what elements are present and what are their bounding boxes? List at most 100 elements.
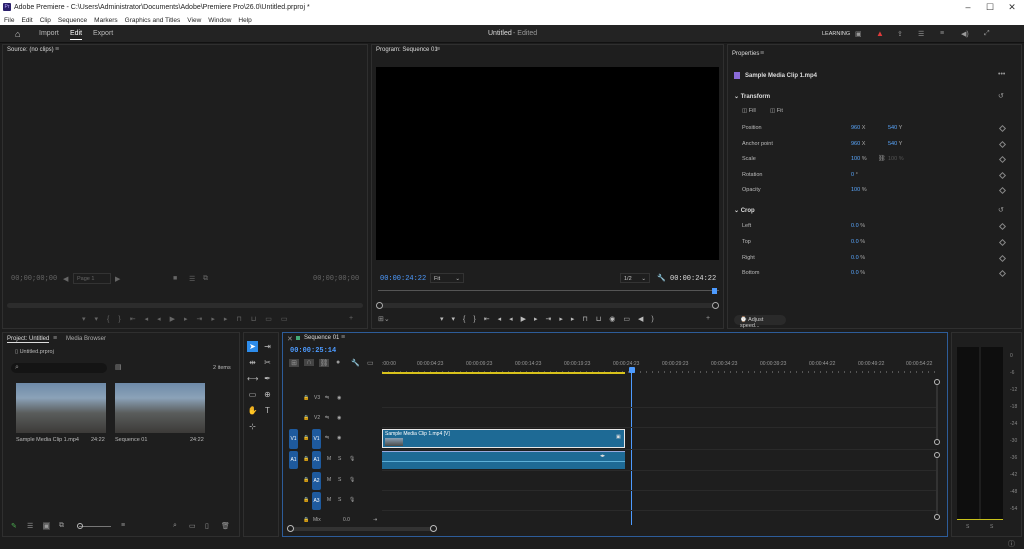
close-tab-icon[interactable]: ✕ [287,335,293,343]
page-selector[interactable]: Page 1 [73,273,111,284]
rotation[interactable]: 0 [851,172,854,178]
sort-icon[interactable]: ≡ [121,522,125,529]
insert-nest-icon[interactable]: ⊞ [289,359,299,367]
position-y-value[interactable]: 540 Y [888,125,902,131]
snap-icon[interactable]: ∩ [304,359,314,366]
menu-view[interactable]: View [187,17,201,24]
menu-lines-icon[interactable]: ☰ [918,30,924,38]
program-time-ruler[interactable] [378,290,719,291]
export-tab[interactable]: Export [93,30,113,37]
captions-icon[interactable]: ▭ [367,359,374,367]
sync-icon[interactable]: ⇋ [325,395,329,401]
zoom-slider[interactable] [79,526,111,527]
more-options-icon[interactable]: ••• [998,71,1005,78]
timeline-ruler[interactable]: :00:00 00:00:04:23 00:00:09:23 00:00:14:… [382,359,937,373]
reset-icon[interactable]: ↺ [998,206,1004,214]
crop-top-value[interactable]: 0.0 % [851,239,865,245]
eye-icon[interactable]: ◉ [337,415,341,421]
reset-icon[interactable]: ↺ [998,92,1004,100]
stop-icon[interactable]: ■ [173,275,177,282]
adjust-speed-button[interactable]: ⌚ Adjust speed... [734,315,786,329]
scale[interactable]: 100 [851,156,860,162]
lock-icon[interactable]: 🔒 [303,456,309,462]
crop-section-header[interactable]: ⌄ Crop [734,207,755,214]
panel-menu-icon[interactable]: ≡ [53,335,57,342]
position-x[interactable]: 960 [851,125,860,131]
opacity-value[interactable]: 100 % [851,187,867,193]
program-video-canvas[interactable] [376,67,719,260]
new-bin-icon[interactable]: ▤ [115,363,122,371]
linked-selection-icon[interactable]: ⛓ [319,359,329,367]
audio-scrollbar[interactable] [936,458,938,514]
work-area-bar[interactable] [382,372,625,374]
type-tool-icon[interactable]: T [262,405,273,416]
pencil-icon[interactable]: ✎ [11,522,17,530]
keyframe-icon[interactable] [998,124,1007,133]
wrench-icon[interactable]: 🔧 [657,274,666,282]
track-label-v3[interactable]: V3 [314,395,320,401]
crop-bottom-value[interactable]: 0.0 % [851,270,865,276]
minimize-button[interactable]: – [958,2,978,13]
panel-menu-icon[interactable]: ≡ [436,46,440,53]
timeline-horizontal-scrollbar[interactable] [290,527,435,531]
sync-icon[interactable]: ⇋ [325,435,329,441]
zoom-fit-select[interactable]: Fit ⌄ [430,273,464,283]
solo-button[interactable]: S [338,477,341,483]
sliders-icon[interactable]: ≡ [940,30,944,37]
keyframe-icon[interactable] [998,269,1007,278]
share-icon[interactable]: ⇪ [897,30,903,38]
source-transport-controls[interactable]: ▾▾{}⇤◂◂▶▸⇥▸▸⊓⊔▭▭ [7,315,363,325]
sequence-name[interactable]: Sequence 01 [115,437,147,443]
mute-button[interactable]: M [327,497,331,503]
program-scrollbar[interactable] [376,303,719,308]
scroll-handle-left[interactable] [376,302,383,309]
settings-menu-icon[interactable]: ⊞⌄ [378,315,390,323]
menu-clip[interactable]: Clip [40,17,51,24]
solo-right-button[interactable]: S [990,524,993,530]
keyframe-icon[interactable] [998,186,1007,195]
keyframe-icon[interactable] [998,222,1007,231]
folder-icon[interactable]: ▭ [189,522,196,530]
mix-expand-icon[interactable]: ⇥ [373,517,377,523]
lock-icon[interactable]: 🔒 [303,477,309,483]
icon-view-icon[interactable]: ▣ [43,522,50,530]
lock-icon[interactable]: 🔒 [303,435,309,441]
menu-markers[interactable]: Markers [94,17,117,24]
mute-button[interactable]: M [327,456,331,462]
crop-right[interactable]: 0.0 [851,255,859,261]
panel-menu-icon[interactable]: ≡ [55,46,59,53]
program-timecode[interactable]: 00:00:24:22 [380,275,426,283]
anchor-y-value[interactable]: 540 Y [888,141,902,147]
trash-icon[interactable]: 🗑 [221,522,230,530]
panel-menu-icon[interactable]: ≡ [341,334,345,341]
hand-zoom-tool-icon[interactable]: ⊕ [262,389,273,400]
track-label-a2[interactable]: A2 [312,472,321,490]
transform-section-header[interactable]: ⌄ Transform [734,93,770,100]
timeline-timecode[interactable]: 00:00:25:14 [290,347,336,355]
list-view-icon[interactable]: ☰ [27,522,33,530]
wrench-icon[interactable]: 🔧 [351,359,360,367]
source-patch-v1[interactable]: V1 [289,429,298,449]
track-select-tool-icon[interactable]: ⇥ [262,341,273,352]
rotation-value[interactable]: 0 ° [851,172,858,178]
playhead-handle[interactable] [629,367,635,373]
link-icon[interactable]: ⛓ [878,155,886,162]
keyframe-icon[interactable] [998,140,1007,149]
project-tab[interactable]: Project: Untitled [7,336,50,343]
add-marker-icon[interactable]: ● [336,359,340,366]
hand-tool-icon[interactable]: ✋ [247,405,258,416]
solo-button[interactable]: S [338,497,341,503]
sequence-thumbnail[interactable] [115,383,205,433]
volume-icon[interactable]: ◀) [961,30,969,38]
track-label-v2[interactable]: V2 [314,415,320,421]
find-icon[interactable]: ⌕ [173,522,177,530]
razor-tool-icon[interactable]: ✂ [262,357,273,368]
mix-value[interactable]: 0.0 [343,517,350,523]
sync-icon[interactable]: ⇋ [325,415,329,421]
stack-icon[interactable]: ⧉ [203,275,208,283]
warning-icon[interactable]: ▲ [876,29,884,38]
maximize-button[interactable]: ☐ [980,2,1000,13]
position-y[interactable]: 540 [888,125,897,131]
crop-top[interactable]: 0.0 [851,239,859,245]
add-button-icon[interactable]: + [706,315,710,322]
